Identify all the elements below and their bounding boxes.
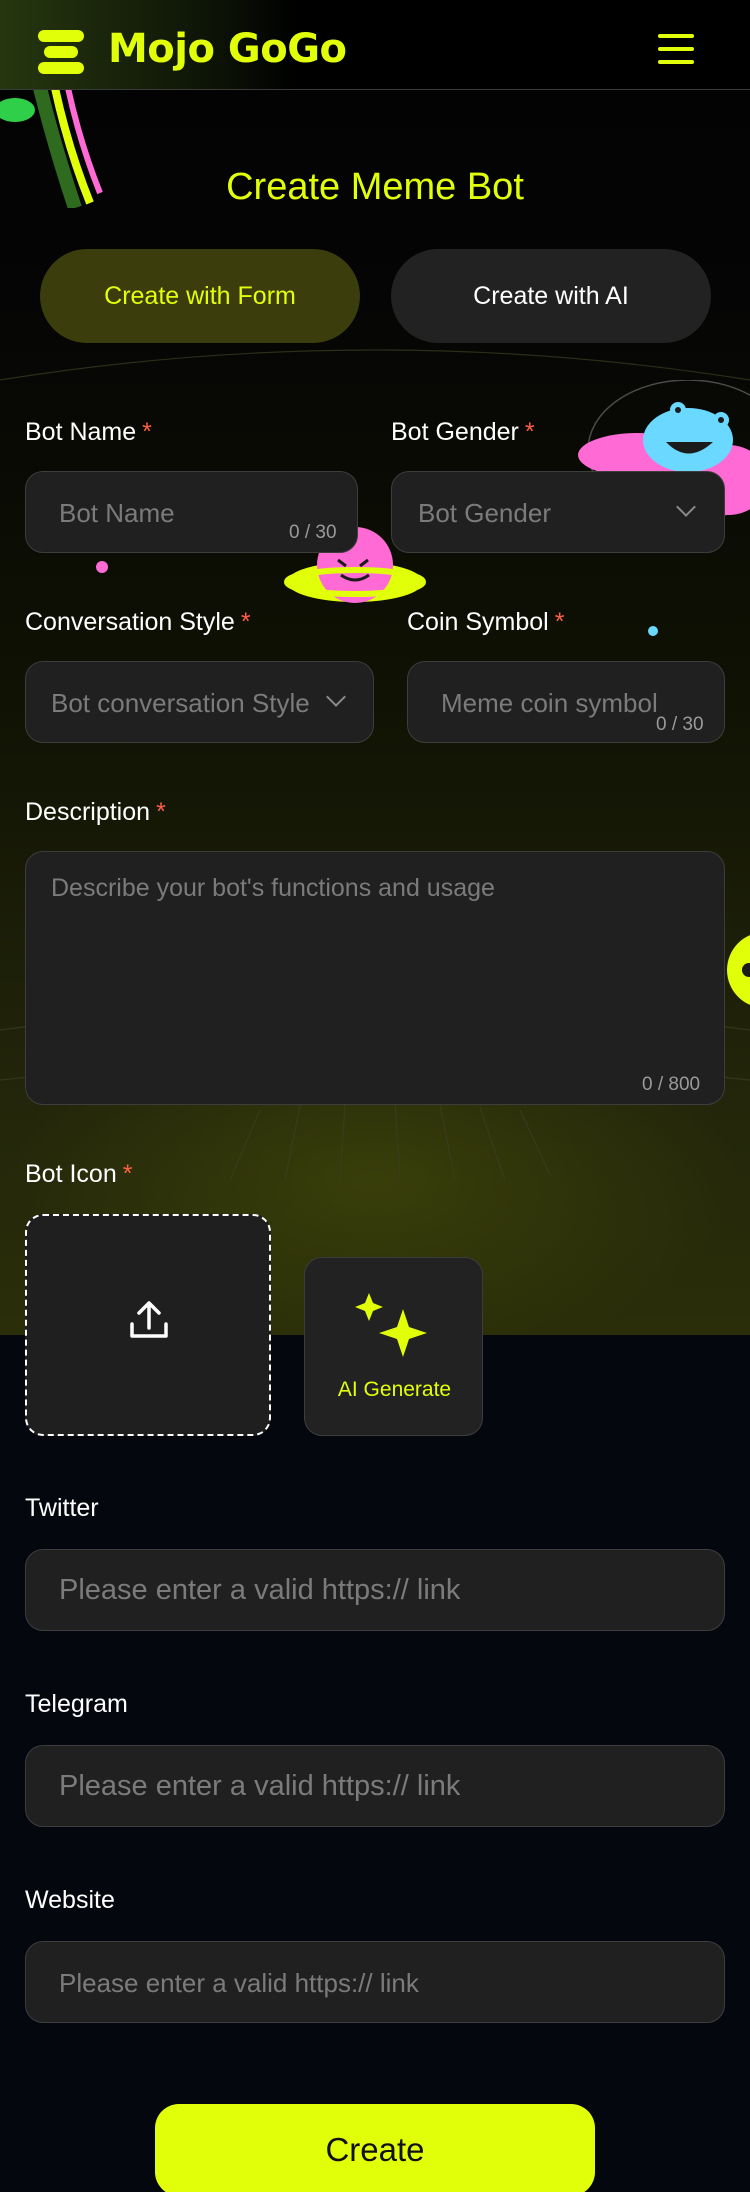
- conversation-style-label: Conversation Style *: [25, 608, 251, 636]
- icon-upload-dropzone[interactable]: [25, 1214, 271, 1436]
- bot-gender-placeholder: Bot Gender: [418, 498, 551, 528]
- page-title: Create Meme Bot: [226, 166, 524, 208]
- ai-generate-label: AI Generate: [337, 1378, 452, 1401]
- telegram-input[interactable]: Please enter a valid https:// link: [25, 1745, 725, 1827]
- pink-dot-decoration: [96, 561, 108, 573]
- logo-icon[interactable]: [38, 30, 84, 74]
- twitter-label: Twitter: [25, 1494, 99, 1522]
- bot-name-input[interactable]: Bot Name 0 / 30: [25, 471, 358, 553]
- conversation-style-placeholder: Bot conversation Style: [51, 688, 310, 718]
- description-placeholder: Describe your bot's functions and usage: [51, 874, 495, 902]
- website-input[interactable]: Please enter a valid https:// link: [25, 1941, 725, 2023]
- blue-dot-decoration: [648, 626, 658, 636]
- bot-gender-label: Bot Gender *: [391, 418, 535, 446]
- bot-name-counter: 0 / 30: [289, 522, 337, 543]
- telegram-label: Telegram: [25, 1690, 128, 1718]
- twitter-input[interactable]: Please enter a valid https:// link: [25, 1549, 725, 1631]
- ai-generate-button[interactable]: AI Generate: [304, 1257, 483, 1436]
- description-textarea[interactable]: Describe your bot's functions and usage …: [25, 851, 725, 1105]
- hamburger-menu-icon[interactable]: [658, 34, 694, 64]
- description-label: Description *: [25, 798, 166, 826]
- coin-symbol-label: Coin Symbol *: [407, 608, 565, 636]
- website-placeholder: Please enter a valid https:// link: [59, 1968, 419, 1998]
- coin-symbol-counter: 0 / 30: [656, 714, 704, 735]
- bot-name-label: Bot Name *: [25, 418, 152, 446]
- app-name[interactable]: Mojo GoGo: [108, 26, 347, 72]
- create-button[interactable]: Create: [155, 2104, 595, 2192]
- coin-symbol-input[interactable]: Meme coin symbol 0 / 30: [407, 661, 725, 743]
- chevron-down-icon: [326, 687, 346, 707]
- app-header: Mojo GoGo: [0, 0, 750, 90]
- twitter-placeholder: Please enter a valid https:// link: [59, 1574, 461, 1606]
- bot-name-placeholder: Bot Name: [59, 498, 175, 528]
- coin-symbol-placeholder: Meme coin symbol: [441, 688, 658, 718]
- conversation-style-select[interactable]: Bot conversation Style: [25, 661, 374, 743]
- tab-create-with-ai[interactable]: Create with AI: [391, 249, 711, 343]
- tab-create-with-form[interactable]: Create with Form: [40, 249, 360, 343]
- website-label: Website: [25, 1886, 115, 1914]
- description-counter: 0 / 800: [642, 1074, 701, 1095]
- bot-gender-select[interactable]: Bot Gender: [391, 471, 725, 553]
- yellow-smiley-decoration: [727, 935, 750, 1005]
- upload-icon: [130, 1301, 168, 1338]
- bot-icon-label: Bot Icon *: [25, 1160, 133, 1188]
- sparkle-icon: [355, 1293, 427, 1357]
- telegram-placeholder: Please enter a valid https:// link: [59, 1770, 461, 1802]
- chevron-down-icon: [676, 497, 696, 517]
